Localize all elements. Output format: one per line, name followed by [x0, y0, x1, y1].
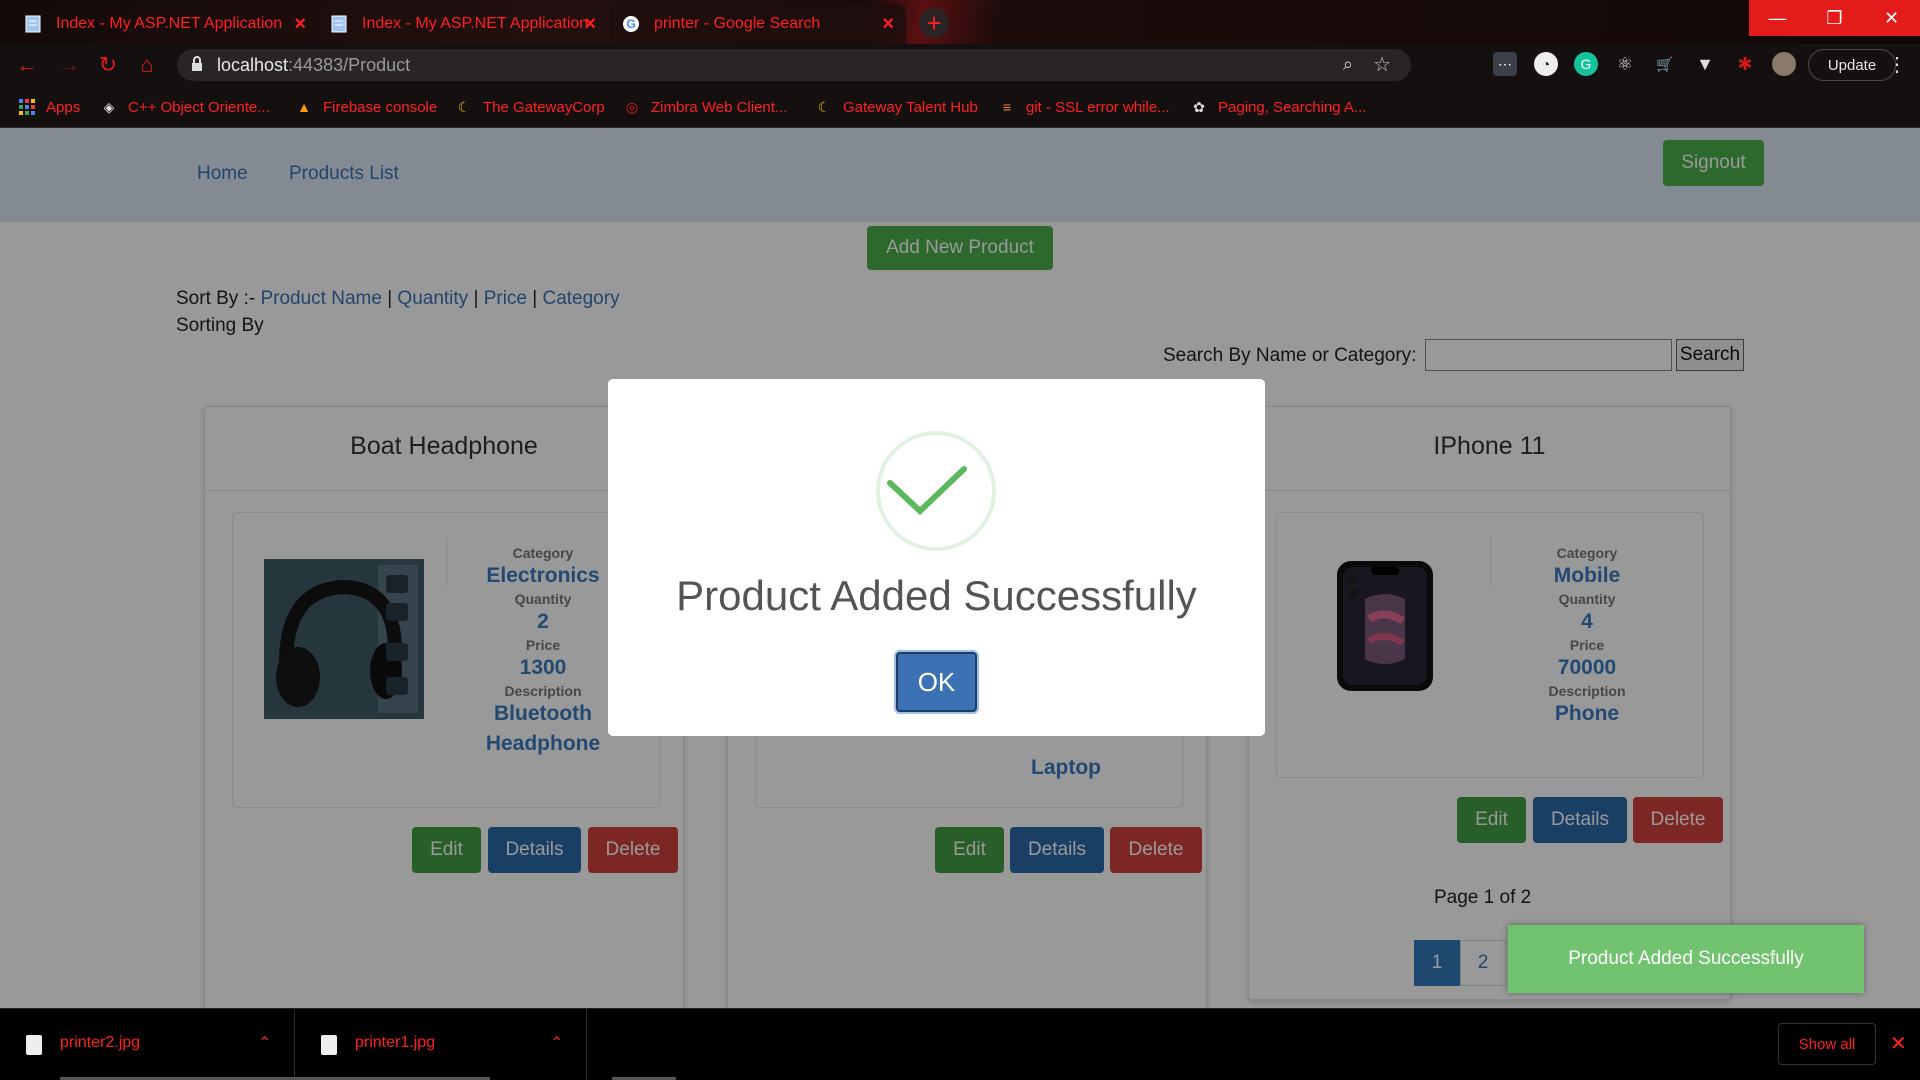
- download-item[interactable]: printer2.jpg ⌃: [0, 1009, 295, 1080]
- browser-tab-bar: Index - My ASP.NET Application × Index -…: [0, 0, 1920, 44]
- bookmark-star-icon[interactable]: ☆: [1373, 52, 1391, 77]
- back-arrow-icon[interactable]: ←: [14, 52, 40, 78]
- window-controls: — ❐ ✕: [1749, 0, 1920, 36]
- download-filename: printer1.jpg: [355, 1034, 436, 1051]
- gateway-icon: ☾: [457, 98, 471, 115]
- bookmark-label: Paging, Searching A...: [1218, 98, 1367, 116]
- bookmark-apps[interactable]: Apps: [18, 94, 80, 120]
- bookmark-label: Firebase console: [323, 98, 438, 116]
- close-downloads-icon[interactable]: ✕: [1890, 1031, 1907, 1056]
- chevron-up-icon[interactable]: ⌃: [258, 1033, 271, 1053]
- tab-title: Index - My ASP.NET Application: [362, 15, 589, 32]
- chevron-up-icon[interactable]: ⌃: [550, 1033, 563, 1053]
- bookmarks-bar: Apps ◈ C++ Object Oriente... ▲ Firebase …: [0, 86, 1920, 128]
- show-all-downloads-button[interactable]: Show all: [1778, 1023, 1876, 1065]
- extension-gauge-icon[interactable]: ◔: [1534, 52, 1558, 76]
- bookmark-cpp[interactable]: ◈ C++ Object Oriente...: [100, 94, 270, 120]
- aspnet-icon: ✿: [1193, 98, 1205, 115]
- zimbra-icon: ◎: [625, 98, 639, 115]
- bookmark-paging[interactable]: ✿ Paging, Searching A...: [1190, 94, 1366, 120]
- zoom-icon[interactable]: ⌕: [1343, 54, 1353, 75]
- cart-extension-icon[interactable]: 🛒: [1653, 52, 1677, 76]
- bookmark-firebase[interactable]: ▲ Firebase console: [295, 94, 437, 120]
- bookmark-zimbra[interactable]: ◎ Zimbra Web Client...: [623, 94, 788, 120]
- minimize-icon[interactable]: —: [1749, 0, 1806, 36]
- new-tab-plus-icon[interactable]: +: [919, 8, 949, 38]
- stackoverflow-icon: ≡: [1002, 99, 1012, 115]
- downloads-bar: printer2.jpg ⌃ printer1.jpg ⌃ Show all ✕: [0, 1008, 1920, 1080]
- bookmark-label: Apps: [46, 98, 81, 116]
- tab-title: Index - My ASP.NET Application: [56, 15, 283, 32]
- bookmark-label: git - SSL error while...: [1026, 98, 1170, 116]
- checkmark-icon: [887, 466, 967, 516]
- bookmark-label: C++ Object Oriente...: [128, 98, 270, 116]
- browser-tab-1[interactable]: Index - My ASP.NET Application ×: [12, 4, 318, 44]
- home-icon[interactable]: ⌂: [134, 52, 160, 78]
- close-tab-icon[interactable]: ×: [882, 13, 894, 36]
- success-check-circle: [876, 431, 996, 551]
- file-icon: [26, 1035, 42, 1055]
- bookmark-gatewaycorp[interactable]: ☾ The GatewayCorp: [455, 94, 605, 120]
- close-window-icon[interactable]: ✕: [1863, 0, 1920, 36]
- success-message: Product Added Successfully: [676, 572, 1197, 619]
- close-tab-icon[interactable]: ×: [584, 13, 596, 36]
- bookmark-label: The GatewayCorp: [483, 98, 605, 116]
- apps-grid-icon: [18, 98, 36, 116]
- url-host: localhost: [217, 55, 289, 75]
- close-tab-icon[interactable]: ×: [294, 13, 306, 36]
- bookmark-label: Gateway Talent Hub: [843, 98, 978, 116]
- react-devtools-icon[interactable]: ⚛: [1613, 52, 1637, 76]
- download-filename: printer2.jpg: [60, 1034, 141, 1051]
- url-text: localhost:44383/Product: [217, 55, 410, 76]
- google-icon: G: [622, 15, 640, 33]
- forward-arrow-icon[interactable]: →: [56, 52, 82, 78]
- update-button[interactable]: Update: [1808, 49, 1896, 81]
- success-toast[interactable]: Product Added Successfully: [1508, 925, 1864, 993]
- reload-icon[interactable]: ↻: [95, 52, 121, 78]
- url-path: :44383/Product: [288, 55, 411, 75]
- svg-text:G: G: [626, 17, 635, 31]
- browser-tab-3-active[interactable]: G printer - Google Search ×: [610, 4, 906, 44]
- bookmark-talent-hub[interactable]: ☾ Gateway Talent Hub: [815, 94, 978, 120]
- file-icon: [321, 1035, 337, 1055]
- more-menu-icon[interactable]: ⋮: [1887, 52, 1907, 77]
- vue-devtools-icon[interactable]: ▼: [1693, 52, 1717, 76]
- bookmark-git-ssl[interactable]: ≡ git - SSL error while...: [998, 94, 1170, 120]
- page-icon: [330, 15, 348, 33]
- puzzle-extension-icon[interactable]: ✱: [1733, 52, 1757, 76]
- url-field[interactable]: localhost:44383/Product ⌕ ☆: [177, 49, 1411, 81]
- lock-icon: [192, 56, 202, 71]
- restore-icon[interactable]: ❐: [1806, 0, 1863, 36]
- download-item[interactable]: printer1.jpg ⌃: [295, 1009, 587, 1080]
- browser-tab-2[interactable]: Index - My ASP.NET Application ×: [318, 4, 608, 44]
- bookmark-label: Zimbra Web Client...: [651, 98, 788, 116]
- grammarly-icon[interactable]: G: [1574, 52, 1598, 76]
- ok-button[interactable]: OK: [896, 652, 977, 712]
- gateway-icon: ☾: [817, 98, 831, 115]
- profile-avatar[interactable]: [1772, 52, 1796, 76]
- page-icon: [24, 15, 42, 33]
- diamond-icon: ◈: [103, 98, 115, 115]
- firebase-icon: ▲: [297, 99, 311, 115]
- extension-dots-icon[interactable]: ⋯: [1493, 52, 1517, 76]
- success-dialog: Product Added Successfully OK: [608, 379, 1265, 736]
- tab-title: printer - Google Search: [654, 15, 821, 32]
